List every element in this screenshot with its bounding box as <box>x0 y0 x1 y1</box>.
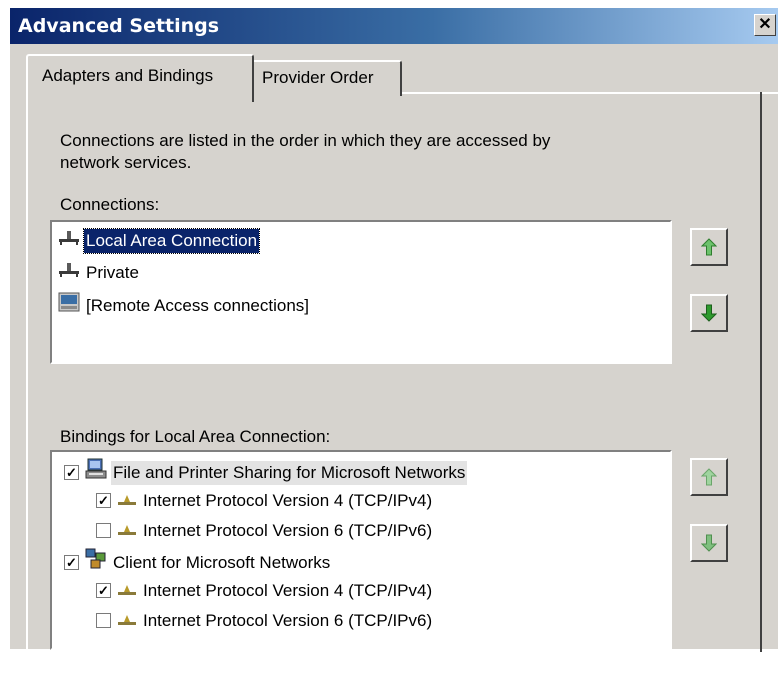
protocol-icon <box>117 489 137 513</box>
binding-item-label: Internet Protocol Version 4 (TCP/IPv4) <box>143 580 433 600</box>
binding-checkbox[interactable] <box>96 523 111 539</box>
protocol-icon <box>117 519 137 543</box>
connection-item-label: Private <box>86 262 139 282</box>
arrow-down-icon <box>701 304 717 322</box>
intro-text-line-2: network services. <box>60 153 192 172</box>
close-button[interactable]: ✕ <box>754 14 776 36</box>
connection-item-label: Local Area Connection <box>82 227 261 254</box>
binding-item[interactable]: ✓ Internet Protocol Version 4 (TCP/IPv4) <box>96 578 434 602</box>
connection-item-label: [Remote Access connections] <box>86 295 310 315</box>
tab-provider-order[interactable]: Provider Order <box>254 60 402 96</box>
connections-move-down-button[interactable] <box>690 294 728 332</box>
binding-item[interactable]: Internet Protocol Version 6 (TCP/IPv6) <box>96 608 434 632</box>
binding-checkbox[interactable]: ✓ <box>96 493 111 509</box>
connection-item[interactable]: Private <box>58 260 141 284</box>
binding-item[interactable]: ✓ Internet Protocol Version 4 (TCP/IPv4) <box>96 488 434 512</box>
binding-item-label: Internet Protocol Version 4 (TCP/IPv4) <box>143 490 433 510</box>
binding-item[interactable]: ✓ File and Printer Sharing for Microsoft … <box>64 458 468 485</box>
binding-item-label: Internet Protocol Version 6 (TCP/IPv6) <box>143 520 433 540</box>
title-bar[interactable]: Advanced Settings ✕ <box>10 8 778 44</box>
bindings-label: Bindings for Local Area Connection: <box>60 427 331 446</box>
file-printer-sharing-icon <box>85 458 107 487</box>
arrow-up-icon <box>701 238 717 256</box>
window-title: Advanced Settings <box>18 15 220 37</box>
binding-item-label: Internet Protocol Version 6 (TCP/IPv6) <box>143 610 433 630</box>
protocol-icon <box>117 609 137 633</box>
connections-label: Connections: <box>60 195 160 214</box>
connections-move-up-button[interactable] <box>690 228 728 266</box>
connection-item[interactable]: Local Area Connection <box>58 227 261 254</box>
binding-checkbox[interactable]: ✓ <box>64 555 79 570</box>
binding-checkbox[interactable]: ✓ <box>64 465 79 480</box>
bindings-move-down-button[interactable] <box>690 524 728 562</box>
remote-access-icon <box>58 292 80 319</box>
connection-item[interactable]: [Remote Access connections] <box>58 292 311 316</box>
intro-text-line-1: Connections are listed in the order in w… <box>60 131 551 150</box>
network-connection-icon <box>58 261 80 285</box>
protocol-icon <box>117 579 137 603</box>
bindings-list[interactable]: ✓ File and Printer Sharing for Microsoft … <box>50 450 672 650</box>
connections-list[interactable]: Local Area Connection Private [Remote Acce… <box>50 220 672 364</box>
binding-item[interactable]: ✓ Client for Microsoft Networks <box>64 548 332 572</box>
binding-item[interactable]: Internet Protocol Version 6 (TCP/IPv6) <box>96 518 434 542</box>
network-connection-icon <box>58 229 80 253</box>
binding-item-label: Client for Microsoft Networks <box>113 552 331 572</box>
arrow-down-icon <box>701 534 717 552</box>
arrow-up-icon <box>701 468 717 486</box>
bindings-move-up-button[interactable] <box>690 458 728 496</box>
panel-edge <box>760 92 762 652</box>
binding-checkbox[interactable] <box>96 613 111 629</box>
binding-checkbox[interactable]: ✓ <box>96 583 111 599</box>
tab-adapters-and-bindings[interactable]: Adapters and Bindings <box>26 54 254 102</box>
client-networks-icon <box>85 548 107 577</box>
binding-item-label: File and Printer Sharing for Microsoft N… <box>111 460 468 485</box>
